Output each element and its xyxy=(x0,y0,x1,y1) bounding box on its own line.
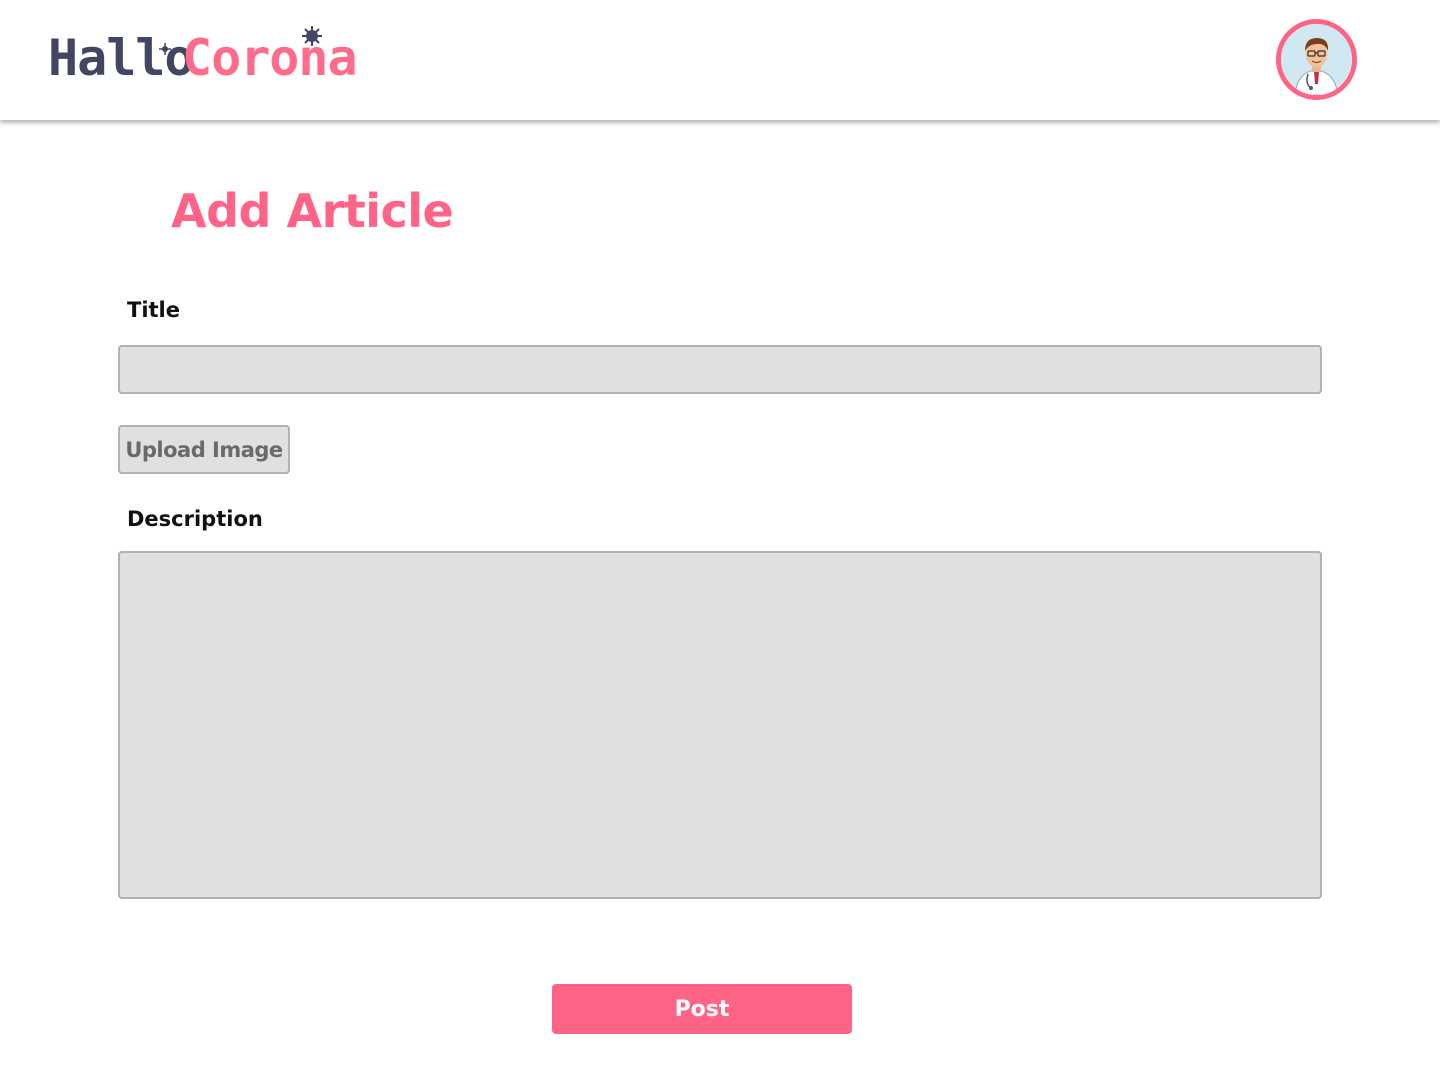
page-title: Add Article xyxy=(171,184,454,238)
description-label: Description xyxy=(127,507,263,531)
top-header: Hallo Corona xyxy=(0,0,1440,120)
doctor-avatar-icon xyxy=(1281,24,1352,95)
user-avatar[interactable] xyxy=(1276,19,1357,100)
post-button[interactable]: Post xyxy=(552,984,852,1034)
logo-text-hallo: Hallo xyxy=(48,29,195,87)
description-textarea[interactable] xyxy=(118,551,1322,899)
hallo-corona-logo[interactable]: Hallo Corona xyxy=(48,22,368,92)
upload-image-button[interactable]: Upload Image xyxy=(118,425,290,474)
virus-small-icon xyxy=(159,43,171,55)
virus-icon xyxy=(302,26,322,46)
title-label: Title xyxy=(127,298,181,322)
logo-text-corona: Corona xyxy=(182,29,358,87)
title-input[interactable] xyxy=(118,345,1322,394)
